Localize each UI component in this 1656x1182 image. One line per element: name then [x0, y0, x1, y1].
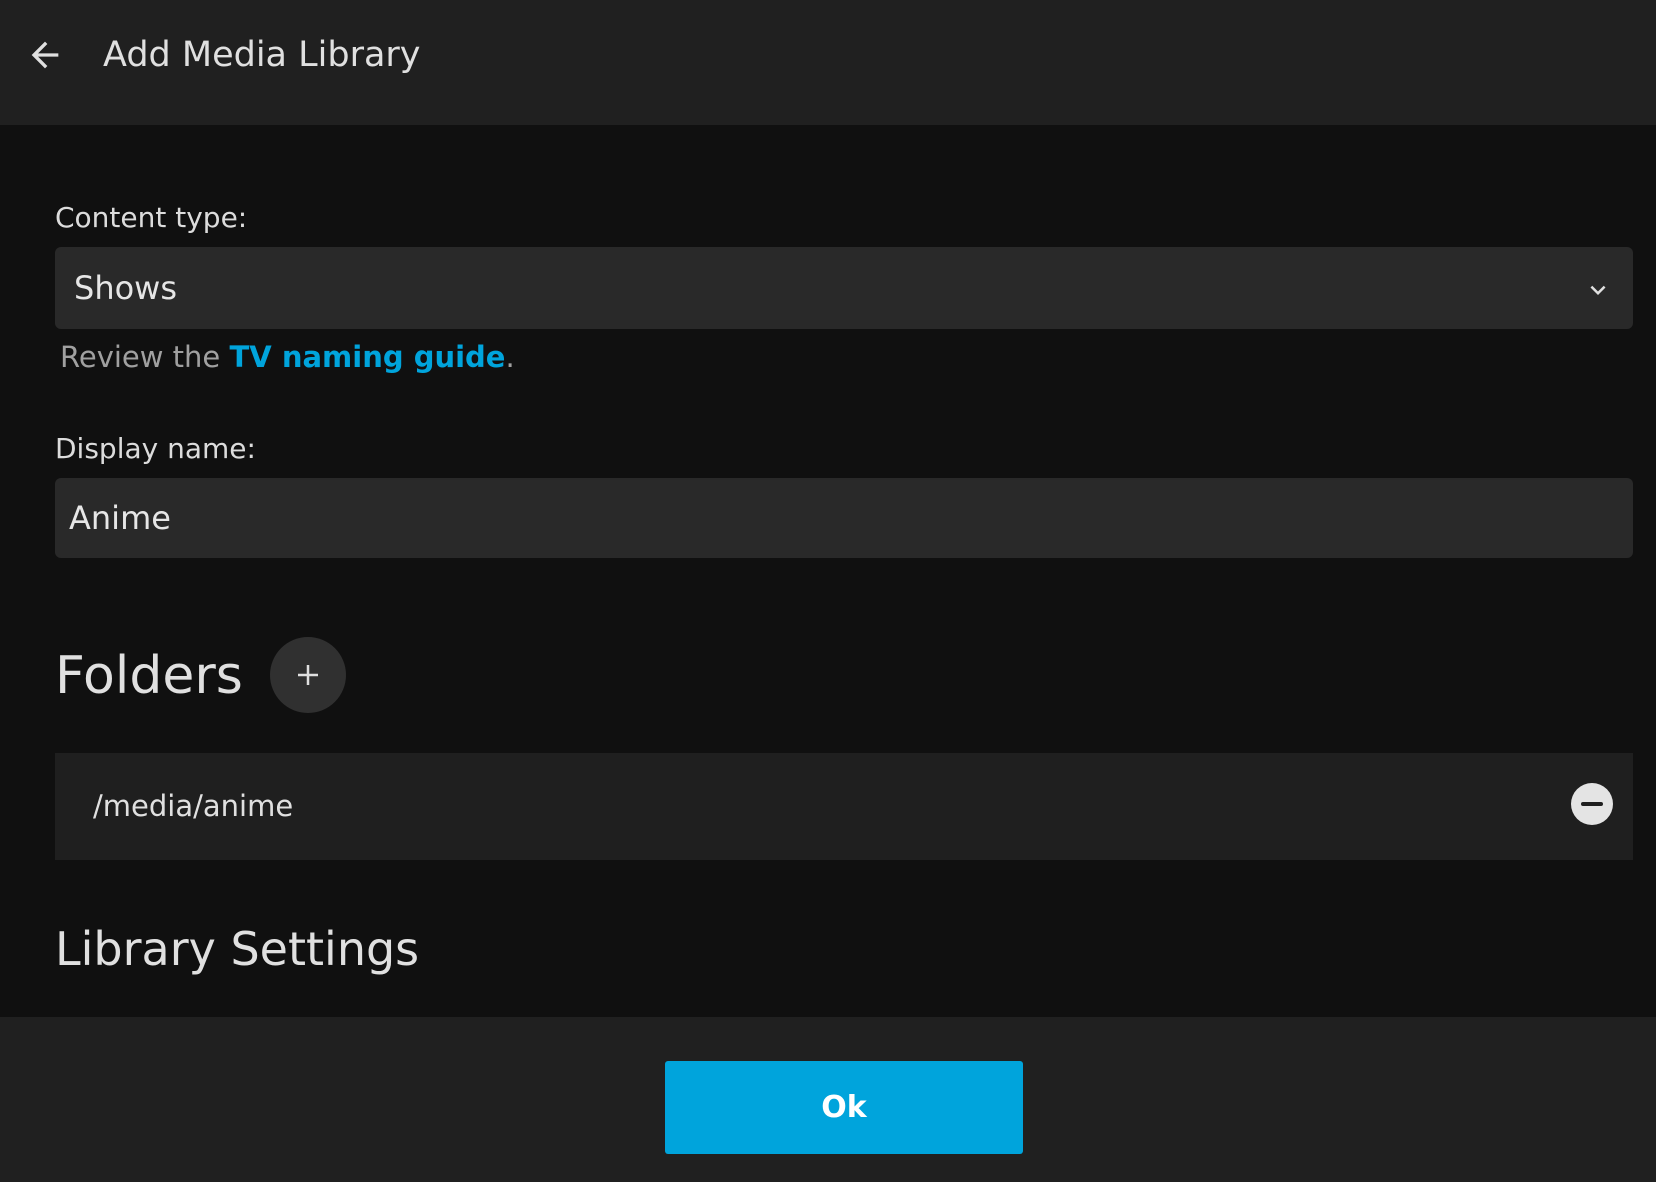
minus-circle-icon: [1581, 802, 1603, 806]
app-header: Add Media Library: [0, 0, 1656, 125]
display-name-label: Display name:: [55, 432, 256, 465]
arrow-left-icon: [31, 41, 59, 69]
display-name-input[interactable]: [55, 478, 1633, 558]
folder-row[interactable]: /media/anime: [55, 753, 1633, 860]
folder-path: /media/anime: [93, 789, 294, 823]
help-suffix: .: [505, 340, 515, 374]
content-type-value: Shows: [74, 269, 178, 307]
add-folder-button[interactable]: [270, 637, 346, 713]
library-settings-heading: Library Settings: [55, 922, 420, 976]
tv-naming-guide-link[interactable]: TV naming guide: [230, 340, 506, 374]
folders-heading: Folders: [55, 646, 243, 706]
back-button[interactable]: [20, 30, 70, 80]
remove-folder-button[interactable]: [1571, 783, 1613, 825]
ok-button[interactable]: Ok: [665, 1061, 1023, 1154]
plus-icon: [298, 665, 318, 685]
form-footer: Ok: [0, 1017, 1656, 1182]
page-title: Add Media Library: [103, 35, 421, 75]
naming-help-text: Review the TV naming guide.: [60, 338, 515, 376]
help-prefix: Review the: [60, 340, 230, 374]
chevron-down-icon: [1590, 285, 1606, 295]
content-type-label: Content type:: [55, 201, 248, 234]
content-type-select[interactable]: Shows: [55, 247, 1633, 329]
